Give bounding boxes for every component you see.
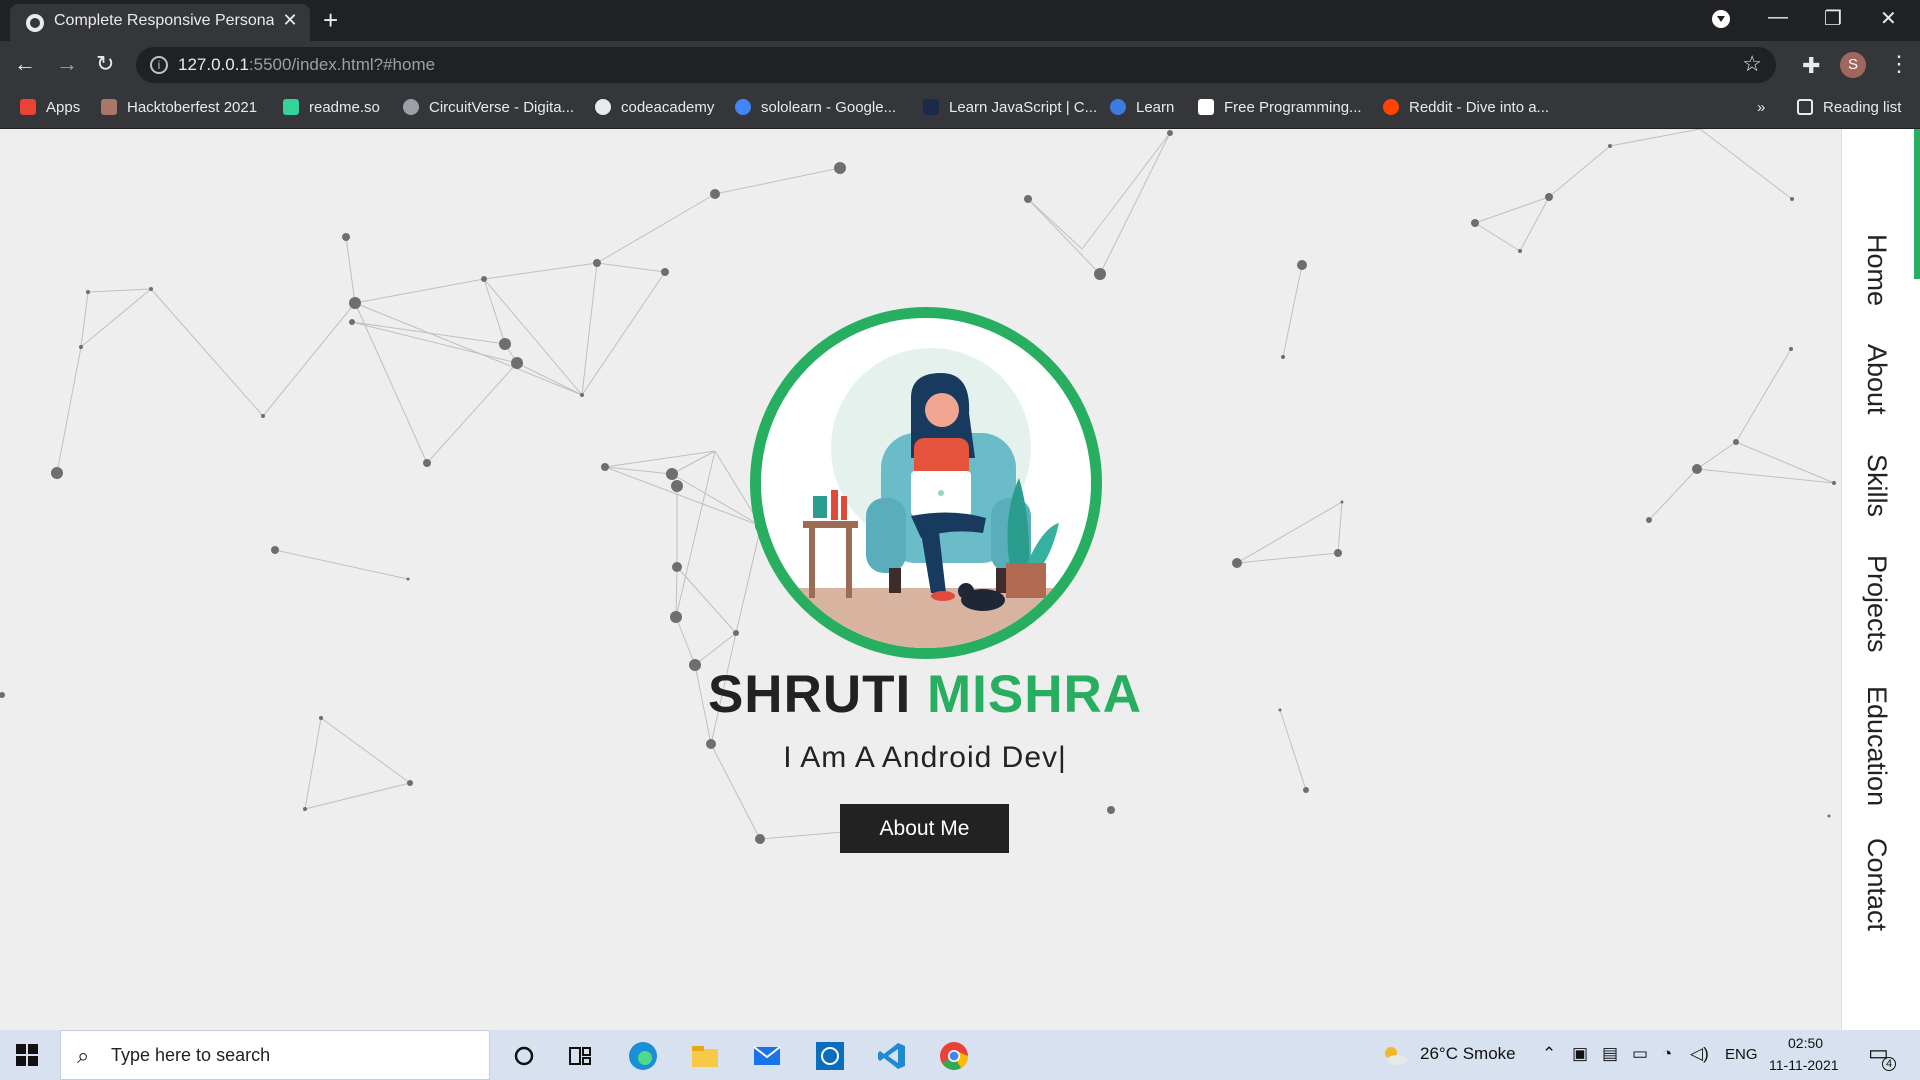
search-icon: ⌕ bbox=[77, 1043, 90, 1068]
learn-icon bbox=[1110, 99, 1126, 115]
profile-illustration bbox=[750, 307, 1102, 659]
close-window-icon[interactable]: ✕ bbox=[1880, 6, 1897, 31]
task-view-icon[interactable] bbox=[564, 1040, 596, 1072]
forward-icon[interactable]: → bbox=[56, 51, 78, 77]
battery-icon[interactable]: ▭ bbox=[1632, 1044, 1648, 1064]
tab-search-icon[interactable] bbox=[1712, 10, 1730, 28]
bookmark-apps[interactable]: Apps bbox=[20, 99, 80, 116]
reddit-icon bbox=[1383, 99, 1399, 115]
meet-now-icon[interactable]: ▣ bbox=[1572, 1044, 1588, 1064]
bookmark-codeacademy[interactable]: codeacademy bbox=[595, 99, 714, 116]
bookmark-learn[interactable]: Learn bbox=[1110, 99, 1174, 116]
tab-title: Complete Responsive Personal Po bbox=[54, 12, 274, 29]
circuitverse-icon bbox=[403, 99, 419, 115]
first-name: SHRUTI bbox=[707, 665, 912, 724]
bookmark-sololearn[interactable]: sololearn - Google... bbox=[735, 99, 896, 116]
chrome-icon[interactable] bbox=[938, 1040, 970, 1072]
apps-grid-icon bbox=[20, 99, 36, 115]
reading-list-icon bbox=[1797, 99, 1813, 115]
notification-count: 4 bbox=[1882, 1057, 1896, 1071]
free-programming-icon bbox=[1198, 99, 1214, 115]
dell-icon[interactable] bbox=[814, 1040, 846, 1072]
restore-icon[interactable]: ❐ bbox=[1824, 6, 1842, 31]
more-menu-icon[interactable]: ⋮ bbox=[1888, 51, 1910, 77]
cortana-icon[interactable] bbox=[508, 1040, 540, 1072]
nav-home[interactable]: Home bbox=[1861, 234, 1892, 306]
nav-skills[interactable]: Skills bbox=[1861, 454, 1892, 517]
address-bar[interactable]: i 127.0.0.1:5500/index.html?#home ☆ bbox=[136, 47, 1776, 83]
site-info-icon[interactable]: i bbox=[150, 56, 168, 74]
hacktoberfest-icon bbox=[101, 99, 117, 115]
show-hidden-icons-icon[interactable]: ⌃ bbox=[1542, 1044, 1556, 1064]
about-me-button[interactable]: About Me bbox=[840, 804, 1009, 853]
google-icon bbox=[735, 99, 751, 115]
reading-list-button[interactable]: Reading list bbox=[1797, 99, 1901, 116]
volume-icon[interactable]: ◁) bbox=[1690, 1044, 1709, 1064]
hero-name: SHRUTI MISHRA bbox=[560, 664, 1290, 725]
vscode-icon[interactable] bbox=[876, 1040, 908, 1072]
taskbar-search[interactable]: ⌕ Type here to search bbox=[60, 1030, 490, 1080]
windows-taskbar: ⌕ Type here to search 26°C Smoke ⌃ ▣ ▤ ▭… bbox=[0, 1030, 1920, 1080]
back-icon[interactable]: ← bbox=[14, 51, 36, 77]
device-icon[interactable]: ▤ bbox=[1602, 1044, 1618, 1064]
last-name: MISHRA bbox=[926, 665, 1143, 724]
extensions-puzzle-icon[interactable]: ✚ bbox=[1802, 53, 1820, 79]
nav-projects[interactable]: Projects bbox=[1861, 555, 1892, 653]
bookmark-learn-javascript[interactable]: Learn JavaScript | C... bbox=[923, 99, 1097, 116]
wifi-icon[interactable]: ◔ bbox=[1662, 1044, 1672, 1064]
weather-sun-cloud-icon[interactable] bbox=[1382, 1044, 1408, 1066]
profile-avatar[interactable]: S bbox=[1840, 52, 1866, 78]
mail-icon[interactable] bbox=[751, 1040, 783, 1072]
browser-toolbar: ← → ↻ i 127.0.0.1:5500/index.html?#home … bbox=[0, 41, 1920, 89]
minimize-icon[interactable]: — bbox=[1768, 6, 1788, 29]
codecademy-icon bbox=[923, 99, 939, 115]
clock-time[interactable]: 02:50 bbox=[1788, 1035, 1823, 1051]
browser-tabbar: Complete Responsive Personal Po ✕ + — ❐ … bbox=[0, 0, 1920, 41]
globe-icon bbox=[26, 14, 44, 32]
bookmark-star-icon[interactable]: ☆ bbox=[1742, 51, 1762, 77]
url-text[interactable]: 127.0.0.1:5500/index.html?#home bbox=[178, 55, 435, 75]
file-explorer-icon[interactable] bbox=[689, 1040, 721, 1072]
new-tab-button[interactable]: + bbox=[323, 5, 338, 36]
typing-role-text: I Am A Android Dev| bbox=[783, 741, 1067, 774]
bookmark-hacktoberfest[interactable]: Hacktoberfest 2021 bbox=[101, 99, 257, 116]
search-placeholder: Type here to search bbox=[111, 1045, 271, 1065]
active-indicator bbox=[1914, 129, 1920, 279]
nav-contact[interactable]: Contact bbox=[1861, 838, 1892, 931]
bookmarks-overflow[interactable]: » bbox=[1757, 99, 1765, 116]
bookmark-readme[interactable]: readme.so bbox=[283, 99, 380, 116]
language-indicator[interactable]: ENG bbox=[1725, 1046, 1758, 1063]
edge-icon[interactable] bbox=[627, 1040, 659, 1072]
nav-about[interactable]: About bbox=[1861, 344, 1892, 415]
readme-icon bbox=[283, 99, 299, 115]
bookmark-reddit[interactable]: Reddit - Dive into a... bbox=[1383, 99, 1549, 116]
bookmarks-bar: Apps Hacktoberfest 2021 readme.so Circui… bbox=[0, 89, 1920, 129]
clock-date[interactable]: 11-11-2021 bbox=[1769, 1057, 1839, 1073]
nav-education[interactable]: Education bbox=[1861, 686, 1892, 806]
reload-icon[interactable]: ↻ bbox=[96, 51, 114, 77]
bookmark-circuitverse[interactable]: CircuitVerse - Digita... bbox=[403, 99, 574, 116]
close-tab-icon[interactable]: ✕ bbox=[280, 10, 300, 30]
bookmark-free-programming[interactable]: Free Programming... bbox=[1198, 99, 1362, 116]
weather-text[interactable]: 26°C Smoke bbox=[1420, 1044, 1516, 1064]
windows-start-icon[interactable] bbox=[16, 1044, 38, 1066]
screen: Complete Responsive Personal Po ✕ + — ❐ … bbox=[0, 0, 1920, 1080]
woman-with-laptop-illustration bbox=[761, 318, 1091, 648]
browser-tab[interactable]: Complete Responsive Personal Po ✕ bbox=[10, 4, 310, 41]
globe-icon bbox=[595, 99, 611, 115]
